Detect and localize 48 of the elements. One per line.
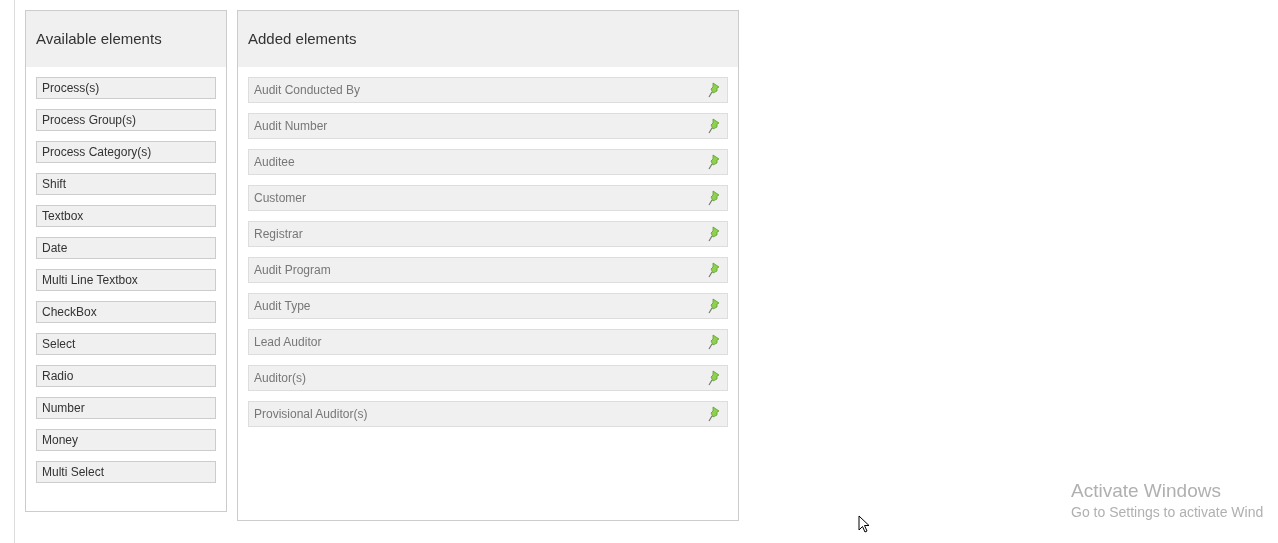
element-label: Lead Auditor [254, 334, 322, 351]
pushpin-icon [708, 226, 722, 242]
activation-title: Activate Windows [1071, 480, 1222, 502]
pushpin-icon [708, 334, 722, 350]
added-element-item[interactable]: Provisional Auditor(s) [248, 401, 728, 427]
added-element-item[interactable]: Audit Number [248, 113, 728, 139]
pushpin-icon [708, 118, 722, 134]
element-item[interactable]: Multi Select [36, 461, 216, 483]
panel-title: Added elements [248, 28, 357, 49]
element-label: Audit Type [254, 298, 311, 315]
panel-title: Available elements [36, 28, 162, 49]
added-element-item[interactable]: Auditor(s) [248, 365, 728, 391]
element-item[interactable]: Shift [36, 173, 216, 195]
added-element-item[interactable]: Registrar [248, 221, 728, 247]
element-item[interactable]: Date [36, 237, 216, 259]
element-item[interactable]: Radio [36, 365, 216, 387]
element-item[interactable]: Select [36, 333, 216, 355]
element-item[interactable]: CheckBox [36, 301, 216, 323]
activation-message: Go to Settings to activate Wind [1071, 503, 1264, 522]
pushpin-icon [708, 406, 722, 422]
added-element-item[interactable]: Customer [248, 185, 728, 211]
added-element-item[interactable]: Audit Type [248, 293, 728, 319]
element-item[interactable]: Process Group(s) [36, 109, 216, 131]
element-label: Auditee [254, 154, 295, 171]
element-label: Provisional Auditor(s) [254, 406, 368, 423]
element-item[interactable]: Textbox [36, 205, 216, 227]
element-label: Audit Conducted By [254, 82, 361, 99]
element-label: Registrar [254, 226, 303, 243]
added-element-item[interactable]: Auditee [248, 149, 728, 175]
element-item[interactable]: Number [36, 397, 216, 419]
element-item[interactable]: Process Category(s) [36, 141, 216, 163]
element-item[interactable]: Money [36, 429, 216, 451]
element-item[interactable]: Multi Line Textbox [36, 269, 216, 291]
pushpin-icon [708, 190, 722, 206]
element-label: Auditor(s) [254, 370, 306, 387]
element-label: Customer [254, 190, 306, 207]
element-item[interactable]: Process(s) [36, 77, 216, 99]
cursor-icon [858, 515, 870, 534]
pushpin-icon [708, 298, 722, 314]
added-element-item[interactable]: Lead Auditor [248, 329, 728, 355]
added-element-item[interactable]: Audit Program [248, 257, 728, 283]
element-label: Audit Number [254, 118, 328, 135]
pushpin-icon [708, 262, 722, 278]
pushpin-icon [708, 370, 722, 386]
pushpin-icon [708, 82, 722, 98]
added-element-item[interactable]: Audit Conducted By [248, 77, 728, 103]
pushpin-icon [708, 154, 722, 170]
element-label: Audit Program [254, 262, 331, 279]
